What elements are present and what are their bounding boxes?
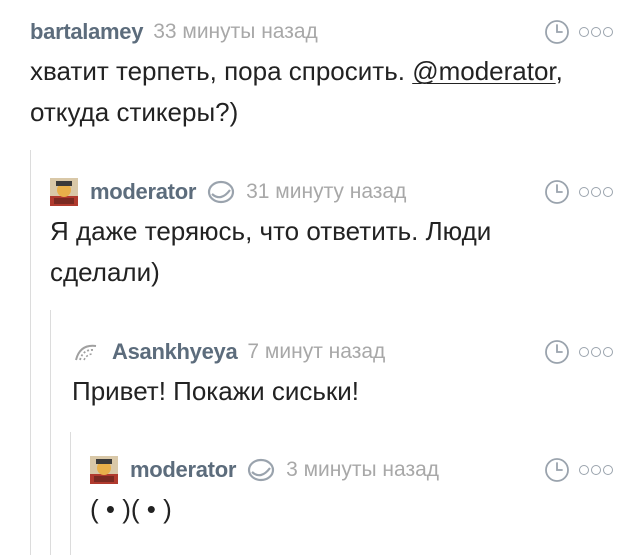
clock-icon[interactable] — [543, 338, 571, 366]
comment-text: Я даже теряюсь, что ответить. Люди сделал… — [50, 211, 613, 293]
thread-line-level-2 — [50, 310, 51, 555]
comment-text-line: Привет! Покажи сиськи! — [72, 376, 360, 406]
moderator-badge-icon — [246, 458, 276, 482]
comment-timestamp[interactable]: 3 минуты назад — [286, 458, 439, 482]
comment-timestamp[interactable]: 31 минуту назад — [246, 180, 406, 204]
comment-bartalamey: bartalamey 33 минуты назад хватит терпет… — [30, 17, 613, 133]
comment-moderator: moderator 31 минуту назад Я даже теряюсь… — [50, 177, 613, 293]
comment-text-line: Я даже теряюсь, что ответить. Люди — [50, 216, 492, 246]
comment-header: Asankhyeya 7 минут назад — [72, 337, 613, 367]
comment-author[interactable]: moderator — [130, 457, 236, 483]
more-options-icon[interactable] — [579, 347, 613, 357]
comment-text-part: , — [555, 56, 563, 86]
comment-text: хватит терпеть, пора спросить. @moderato… — [30, 51, 613, 133]
comment-text-part: хватит терпеть, пора спросить. — [30, 56, 413, 86]
asankhyeya-avatar[interactable] — [72, 338, 100, 366]
moderator-badge-icon — [206, 180, 236, 204]
clock-icon[interactable] — [543, 456, 571, 484]
comment-text: Привет! Покажи сиськи! — [72, 371, 613, 412]
comment-timestamp[interactable]: 7 минут назад — [247, 340, 385, 364]
more-options-icon[interactable] — [579, 27, 613, 37]
clock-icon[interactable] — [543, 178, 571, 206]
moderator-avatar[interactable] — [90, 456, 118, 484]
more-options-icon[interactable] — [579, 187, 613, 197]
comment-actions — [543, 455, 613, 485]
comment-asankhyeya: Asankhyeya 7 минут назад Привет! Покажи … — [72, 337, 613, 412]
comment-text-line: сделали) — [50, 257, 160, 287]
comment-header: moderator 3 минуты назад — [90, 455, 613, 485]
comment-header: moderator 31 минуту назад — [50, 177, 613, 207]
comment-text-line: ( • )( • ) — [90, 494, 172, 524]
comment-timestamp[interactable]: 33 минуты назад — [153, 20, 318, 44]
comment-text: ( • )( • ) — [90, 489, 613, 530]
comment-header: bartalamey 33 минуты назад — [30, 17, 613, 47]
thread-line-level-1 — [30, 150, 31, 555]
comment-actions — [543, 177, 613, 207]
comment-author[interactable]: bartalamey — [30, 19, 143, 45]
comment-actions — [543, 17, 613, 47]
comment-text-line: откуда стикеры?) — [30, 97, 239, 127]
moderator-avatar[interactable] — [50, 178, 78, 206]
comment-moderator-reply: moderator 3 минуты назад ( • )( • ) — [90, 455, 613, 530]
mention-link[interactable]: @moderator — [412, 56, 555, 86]
comment-author[interactable]: moderator — [90, 179, 196, 205]
comment-author[interactable]: Asankhyeya — [112, 339, 238, 365]
more-options-icon[interactable] — [579, 465, 613, 475]
clock-icon[interactable] — [543, 18, 571, 46]
thread-line-level-3 — [70, 432, 71, 555]
comment-actions — [543, 337, 613, 367]
